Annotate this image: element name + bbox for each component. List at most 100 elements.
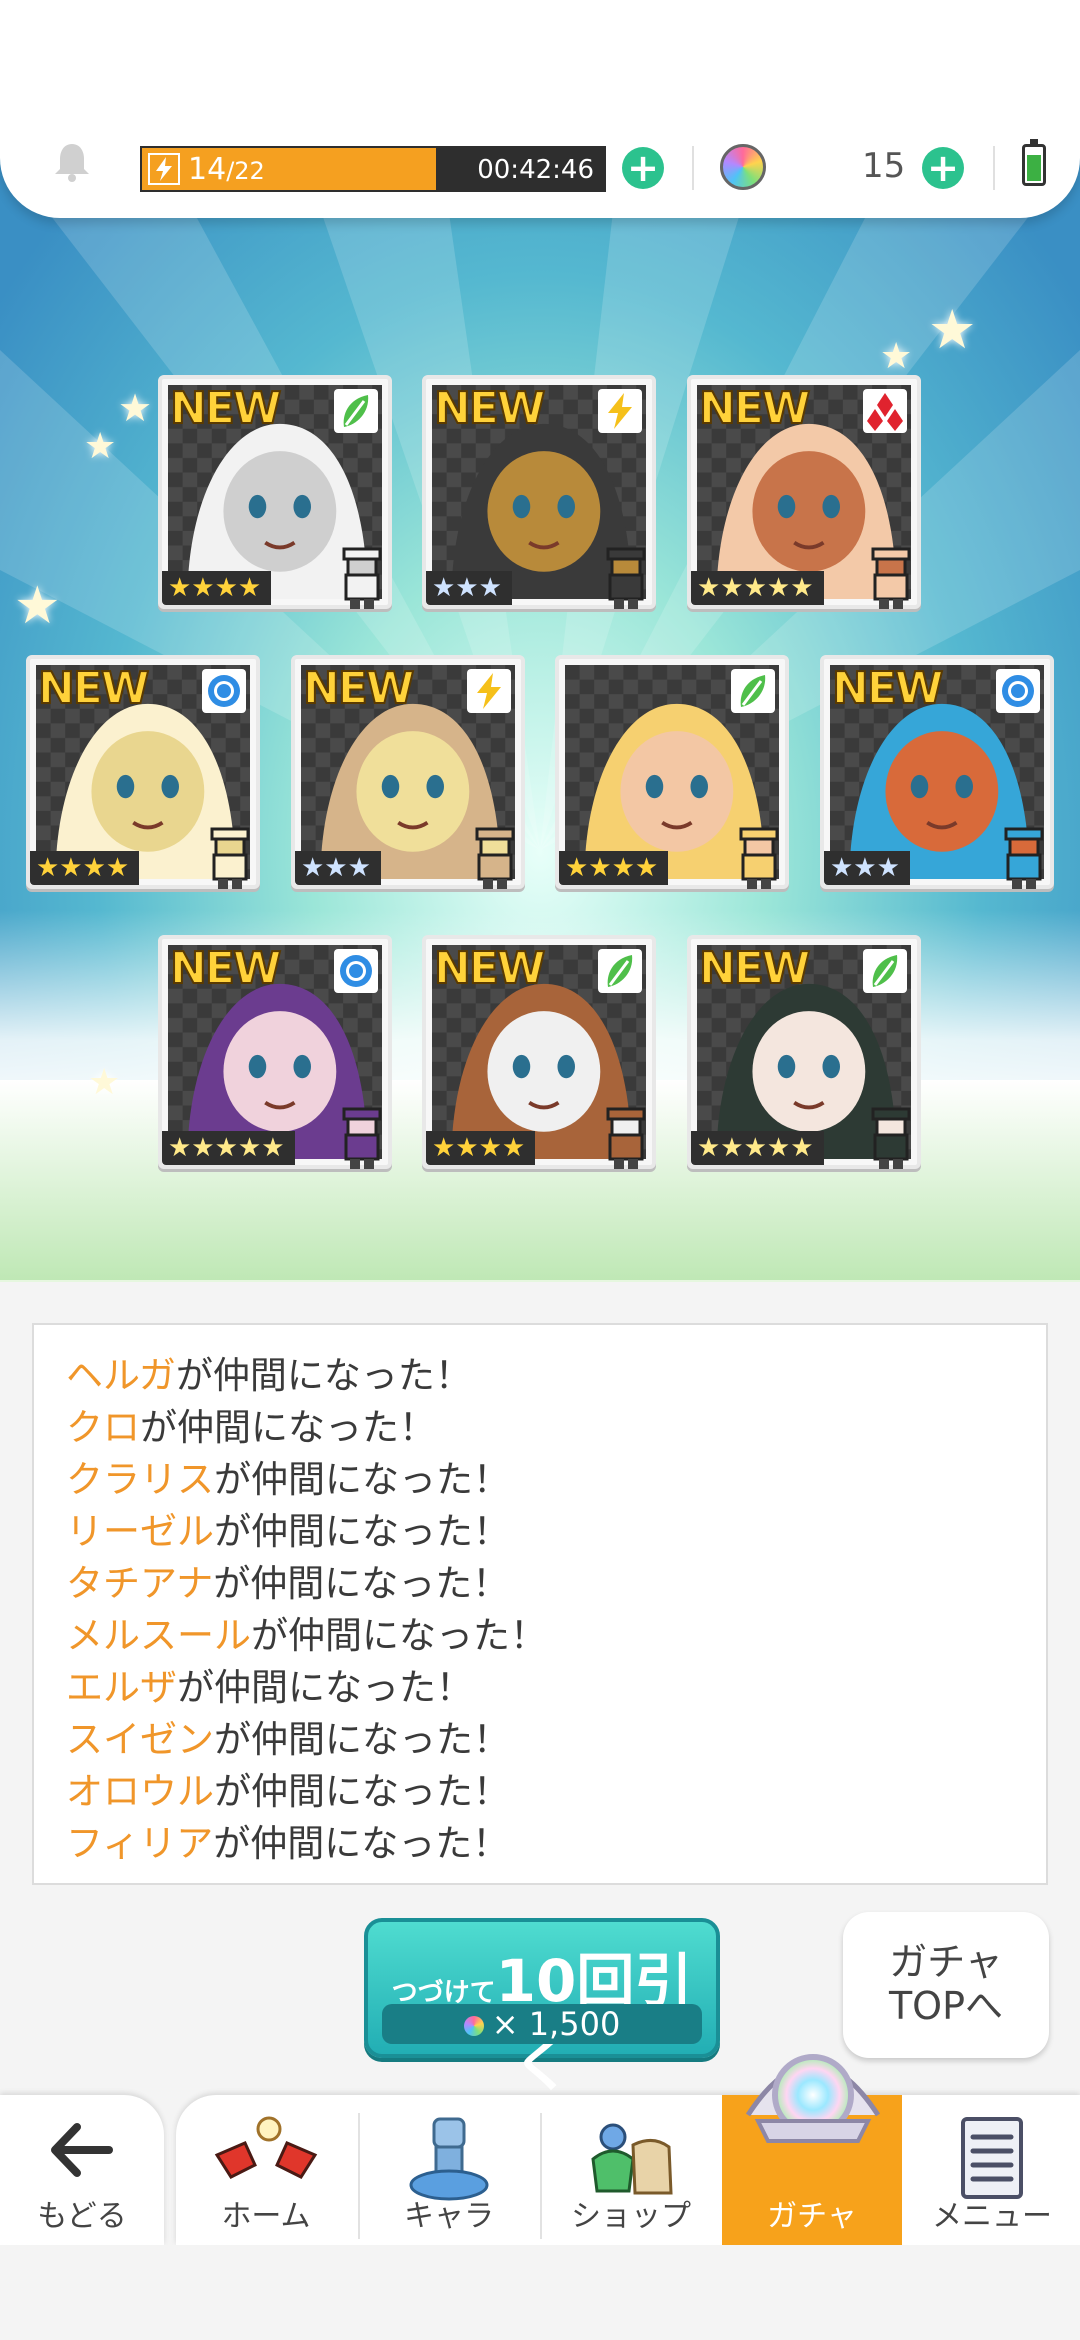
battery-icon xyxy=(1022,139,1046,186)
rarity-stars: ★★★★ xyxy=(162,571,272,605)
message-suffix: が仲間になった！ xyxy=(214,1458,510,1501)
star-sparkle: ★ xyxy=(880,336,913,377)
recruit-message: クラリスが仲間になった！ xyxy=(66,1449,510,1503)
message-suffix: が仲間になった！ xyxy=(213,1822,510,1865)
nav-item-gacha[interactable]: ガチャ xyxy=(722,2054,902,2245)
new-badge: NEW xyxy=(831,662,944,715)
system-bar-area xyxy=(0,2245,1080,2340)
message-suffix: が仲間になった！ xyxy=(177,1666,473,1709)
character-name: エルザ xyxy=(66,1666,177,1709)
pixel-sprite-icon xyxy=(467,827,523,893)
pull-10-again-button[interactable]: つづけて10回引く × 1,500 xyxy=(364,1918,720,2099)
recruit-message: エルザが仲間になった！ xyxy=(66,1657,473,1711)
leaf-attribute-icon xyxy=(334,389,378,433)
rarity-stars: ★★★★ xyxy=(559,851,669,885)
pull-cost-text: × 1,500 xyxy=(491,2005,621,2043)
new-badge: NEW xyxy=(169,942,282,995)
new-badge: NEW xyxy=(302,662,415,715)
add-stamina-button[interactable]: + xyxy=(622,147,664,189)
message-suffix: が仲間になった！ xyxy=(214,1718,510,1761)
thunder-attribute-icon xyxy=(467,669,511,713)
new-badge: NEW xyxy=(433,382,546,435)
stamina-fill xyxy=(142,148,436,190)
thunder-attribute-icon xyxy=(598,389,642,433)
nav-main-bar: ホーム キャラ ショップ ガチャ メニュー xyxy=(176,2054,1080,2245)
pixel-sprite-icon xyxy=(731,827,787,893)
gacha-top-line1: ガチャ xyxy=(889,1940,1003,1984)
new-badge: NEW xyxy=(698,942,811,995)
menu-list-icon xyxy=(961,2117,1023,2199)
rainbow-gem-icon xyxy=(720,144,766,190)
leaf-attribute-icon xyxy=(863,949,907,993)
character-name: ヘルガ xyxy=(66,1354,176,1397)
pull-cost: × 1,500 xyxy=(382,2004,702,2044)
character-name: タチアナ xyxy=(66,1562,214,1605)
rarity-stars: ★★★★★ xyxy=(691,1131,824,1165)
recruit-message: スイゼンが仲間になった！ xyxy=(66,1709,510,1763)
nav-item-chara[interactable]: キャラ xyxy=(360,2095,538,2245)
recruit-message-log[interactable]: ヘルガが仲間になった！ クロが仲間になった！ クラリスが仲間になった！ リーゼルが仲間… xyxy=(32,1323,1048,1885)
pixel-sprite-icon xyxy=(996,827,1052,893)
circle-attribute-icon xyxy=(996,669,1040,713)
pixel-sprite-icon xyxy=(334,1107,390,1173)
leaf-attribute-icon xyxy=(598,949,642,993)
star-sparkle: ★ xyxy=(84,426,117,467)
pixel-sprite-icon xyxy=(863,547,919,613)
bottom-navigation: もどる ホーム キャラ ショップ ガチャ メニュー xyxy=(0,2054,1080,2245)
recruit-message: フィリアが仲間になった！ xyxy=(66,1813,509,1867)
message-suffix: が仲間になった！ xyxy=(175,1354,472,1397)
rarity-stars: ★★★ xyxy=(824,851,910,885)
character-name: フィリア xyxy=(66,1822,214,1865)
recruit-message: ヘルガが仲間になった！ xyxy=(66,1345,472,1399)
nav-back-button[interactable]: もどる xyxy=(0,2095,164,2245)
stamina-timer: 00:42:46 xyxy=(477,155,594,185)
nav-item-menu[interactable]: メニュー xyxy=(904,2095,1080,2245)
message-suffix: が仲間になった！ xyxy=(214,1510,510,1553)
nav-item-home[interactable]: ホーム xyxy=(176,2095,356,2245)
recruit-message: リーゼルが仲間になった！ xyxy=(66,1501,510,1555)
rarity-stars: ★★★★ xyxy=(426,1131,536,1165)
recruit-message: オロウルが仲間になった！ xyxy=(66,1761,510,1815)
nav-item-shop[interactable]: ショップ xyxy=(542,2095,720,2245)
character-name: メルスール xyxy=(66,1614,251,1657)
star-sparkle: ★ xyxy=(88,1062,121,1103)
bolt-icon xyxy=(148,153,180,185)
diamond-attribute-icon xyxy=(863,389,907,433)
shop-bag-icon xyxy=(591,2123,673,2195)
nav-chara-label: キャラ xyxy=(404,2199,494,2234)
character-name: スイゼン xyxy=(66,1718,214,1761)
stamina-bar: 14/22 00:42:46 xyxy=(140,146,606,192)
circle-attribute-icon xyxy=(202,669,246,713)
rarity-stars: ★★★★★ xyxy=(162,1131,295,1165)
star-sparkle: ★ xyxy=(928,298,977,361)
recruit-message: クロが仲間になった！ xyxy=(66,1397,436,1451)
new-badge: NEW xyxy=(37,662,150,715)
star-sparkle: ★ xyxy=(118,386,153,430)
divider xyxy=(993,146,995,190)
rainbow-gem-icon xyxy=(463,2016,484,2036)
nav-shop-label: ショップ xyxy=(571,2199,691,2234)
gacha-top-line2: TOPへ xyxy=(888,1984,1004,2028)
circle-attribute-icon xyxy=(334,949,378,993)
character-name: クロ xyxy=(66,1406,140,1449)
home-icon xyxy=(214,2116,318,2179)
nav-home-label: ホーム xyxy=(221,2199,311,2234)
character-name: リーゼル xyxy=(66,1510,214,1553)
new-badge: NEW xyxy=(698,382,811,435)
bell-icon[interactable] xyxy=(50,140,94,184)
add-gem-button[interactable]: + xyxy=(922,147,964,189)
rarity-stars: ★★★★ xyxy=(30,851,140,885)
nav-back-label: もどる xyxy=(37,2199,127,2234)
message-suffix: が仲間になった！ xyxy=(213,1562,510,1605)
nav-gacha-label: ガチャ xyxy=(767,2199,857,2234)
rarity-stars: ★★★★★ xyxy=(691,571,824,605)
rarity-stars: ★★★ xyxy=(295,851,381,885)
leaf-attribute-icon xyxy=(731,669,775,713)
message-suffix: が仲間になった！ xyxy=(214,1770,510,1813)
new-badge: NEW xyxy=(169,382,282,435)
recruit-message: メルスールが仲間になった！ xyxy=(66,1605,547,1659)
pixel-sprite-icon xyxy=(334,547,390,613)
gacha-orb-icon xyxy=(745,2054,881,2143)
stamina-text: 14/22 xyxy=(188,152,265,187)
pixel-sprite-icon xyxy=(202,827,258,893)
